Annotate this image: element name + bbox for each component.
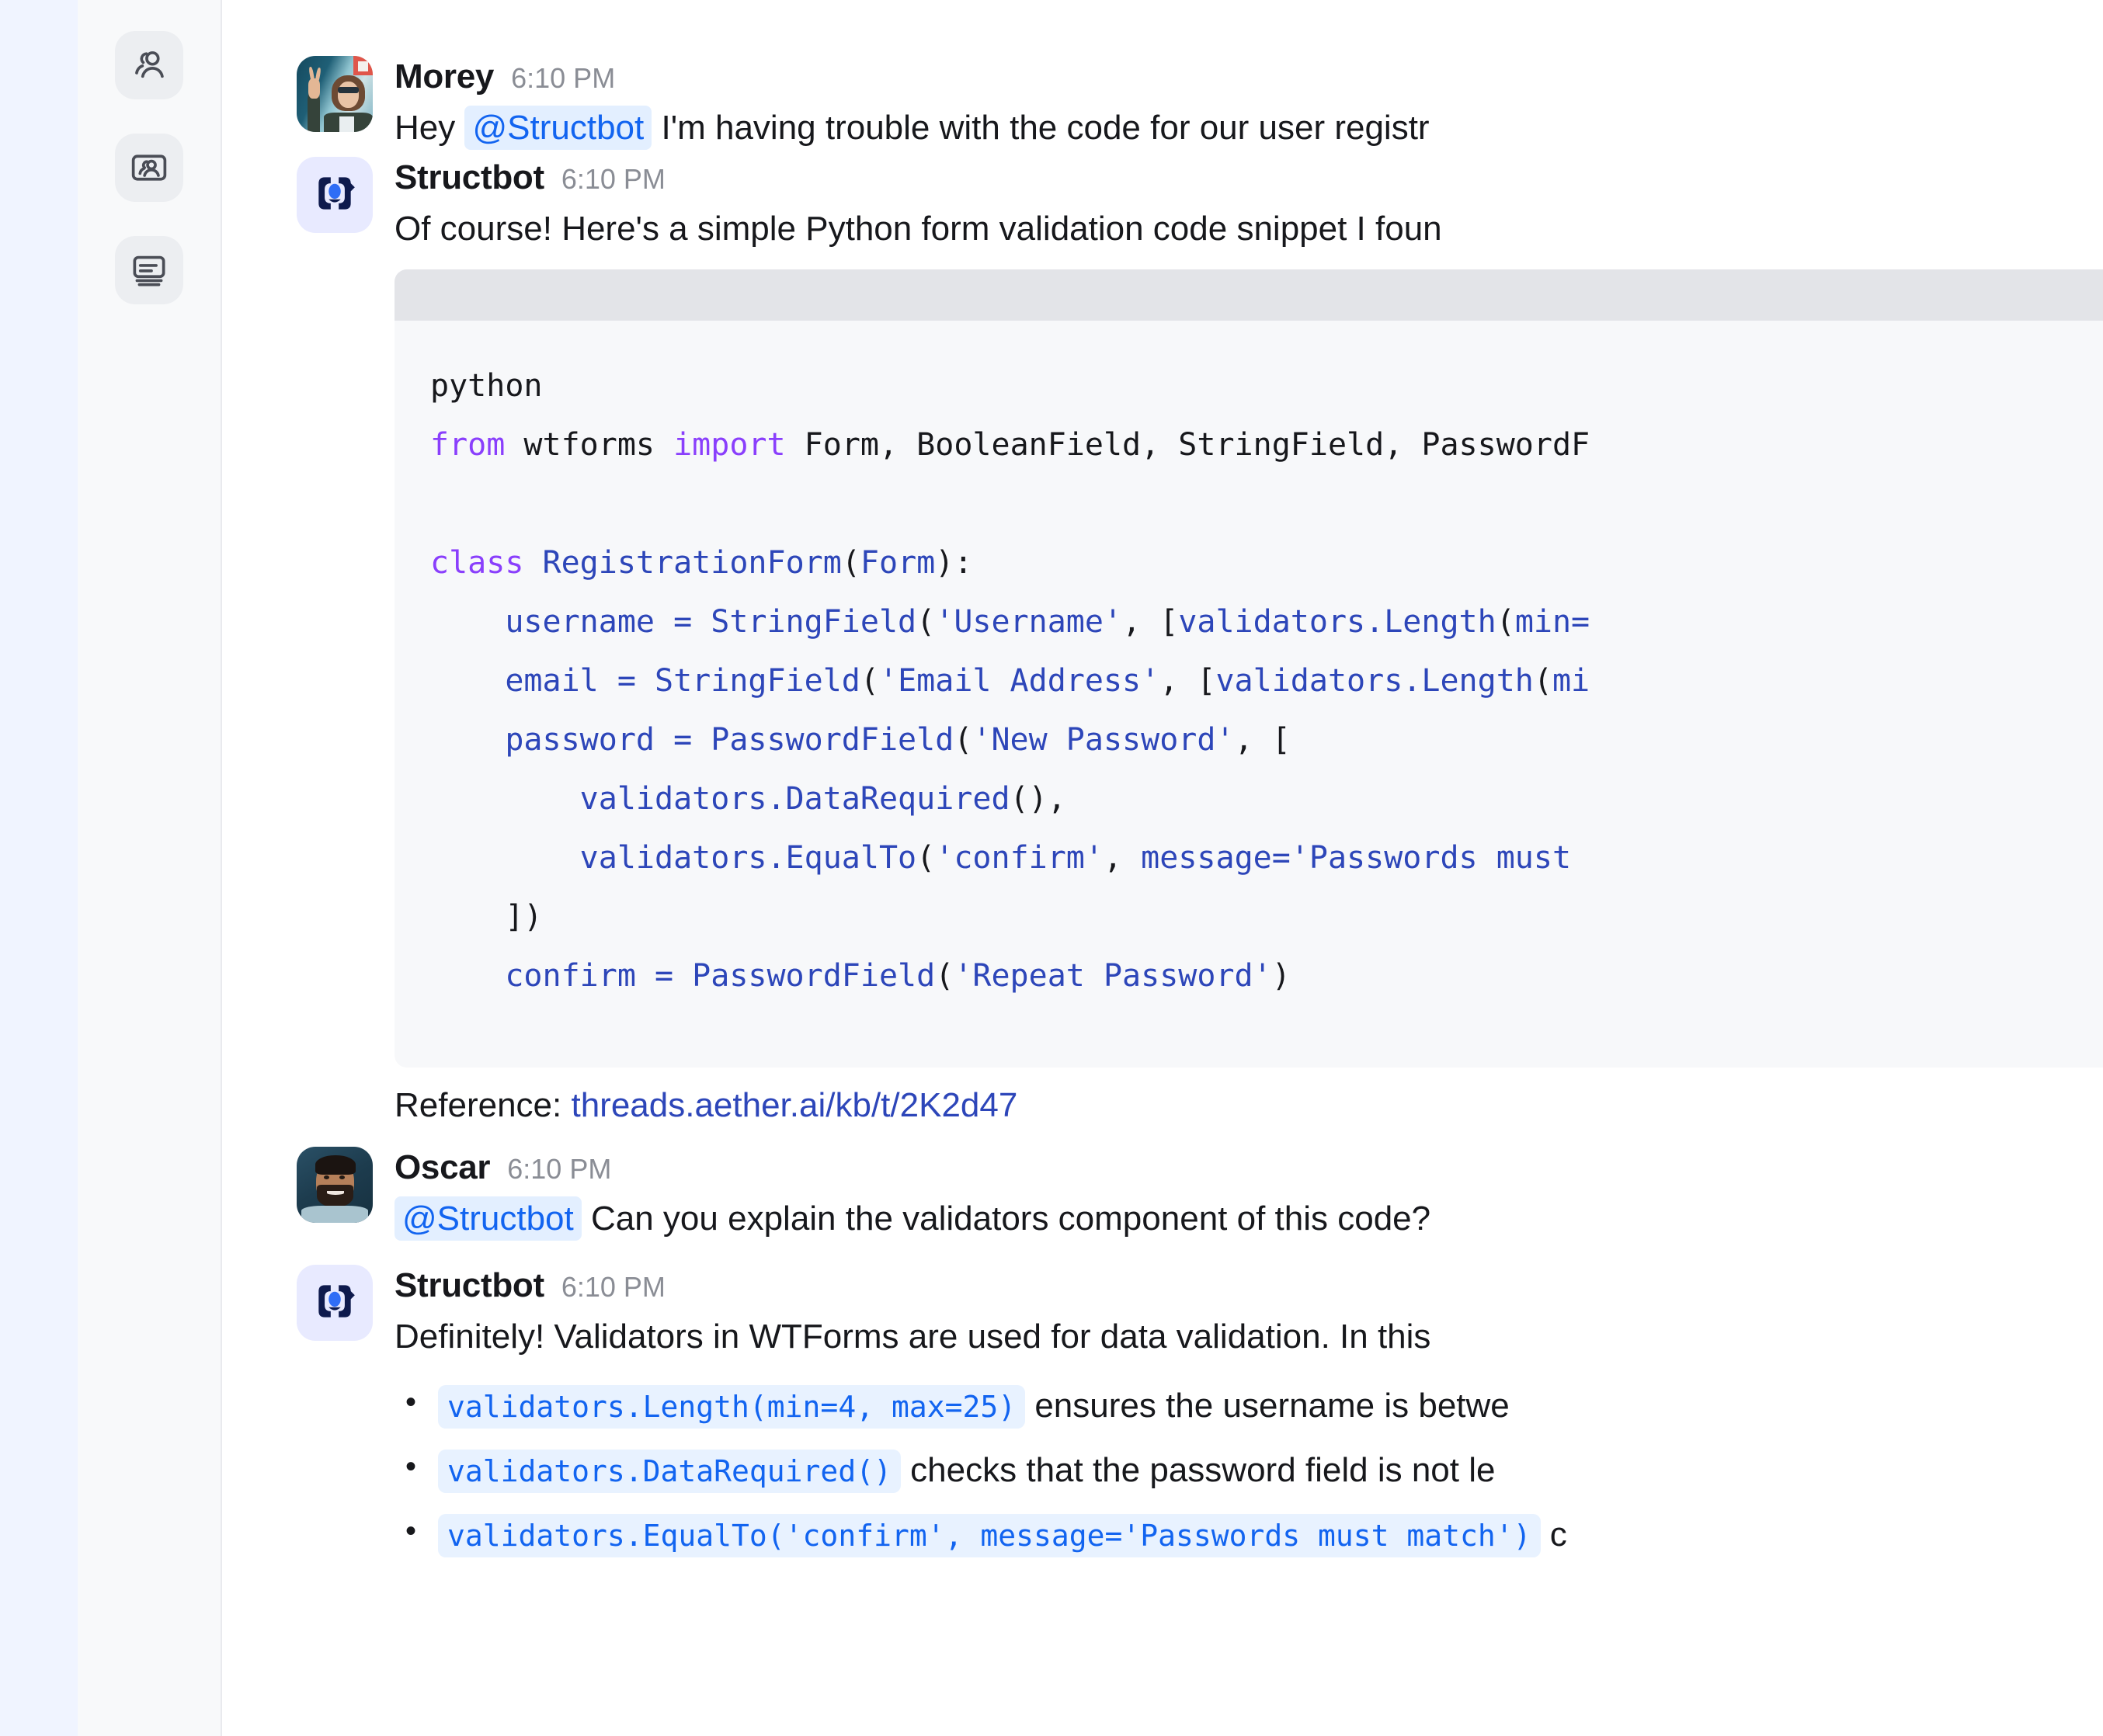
message-text: Hey @Structbot I'm having trouble with t… (395, 104, 2103, 152)
message-timestamp: 6:10 PM (511, 62, 616, 94)
message-text-after: I'm having trouble with the code for our… (652, 109, 1430, 147)
message-oscar: Oscar 6:10 PM @Structbot Can you explain… (297, 1146, 2103, 1243)
structbot-logo-icon (311, 169, 359, 221)
message-timestamp: 6:10 PM (507, 1152, 612, 1185)
message-author: Morey (395, 57, 495, 95)
message-header: Structbot 6:10 PM (395, 1266, 2103, 1305)
avatar-structbot[interactable] (297, 1265, 373, 1342)
message-text: Of course! Here's a simple Python form v… (395, 210, 1442, 248)
cards-stack-icon (129, 250, 169, 290)
message-structbot-explanation: Structbot 6:10 PM Definitely! Validators… (297, 1265, 2103, 1577)
reference-link[interactable]: threads.aether.ai/kb/t/2K2d47 (571, 1086, 1017, 1124)
inline-code: validators.Length(min=4, max=25) (438, 1384, 1026, 1429)
message-timestamp: 6:10 PM (561, 163, 666, 196)
message-header: Oscar 6:10 PM (395, 1148, 2103, 1187)
message-header: Morey 6:10 PM (395, 57, 2103, 96)
message-author: Structbot (395, 158, 544, 197)
avatar-structbot[interactable] (297, 157, 373, 234)
message-text: Definitely! Validators in WTForms are us… (395, 1318, 1431, 1356)
avatar-oscar[interactable] (297, 1146, 373, 1223)
inline-code: validators.DataRequired() (438, 1450, 901, 1494)
list-item-text: checks that the password field is not le (900, 1451, 1496, 1490)
reference-label: Reference: (395, 1085, 562, 1124)
message-structbot-code: Structbot 6:10 PM Of course! Here's a si… (297, 157, 2103, 1124)
list-item: validators.EqualTo('confirm', message='P… (395, 1511, 2103, 1558)
sidebar-item-contacts[interactable] (115, 134, 183, 202)
list-item-text: c (1540, 1516, 1567, 1554)
message-morey: Morey 6:10 PM Hey @Structbot I'm having … (297, 56, 2103, 152)
message-text: @Structbot Can you explain the validator… (395, 1195, 2103, 1243)
message-header: Structbot 6:10 PM (395, 158, 2103, 197)
message-text-after: Can you explain the validators component… (581, 1199, 1431, 1238)
code-block-content[interactable]: python from wtforms import Form, Boolean… (395, 321, 2103, 1068)
icon-sidebar (78, 0, 222, 1736)
sidebar-item-users[interactable] (115, 31, 183, 99)
inline-code: validators.EqualTo('confirm', message='P… (438, 1514, 1541, 1558)
code-block-header[interactable] (395, 269, 2103, 321)
list-item: validators.DataRequired() checks that th… (395, 1446, 2103, 1494)
mention-structbot[interactable]: @Structbot (464, 106, 652, 150)
users-icon (129, 45, 169, 85)
list-item-text: ensures the username is betwe (1025, 1386, 1510, 1425)
left-edge-rail (0, 0, 78, 1736)
validator-bullet-list: validators.Length(min=4, max=25) ensures… (395, 1382, 2103, 1558)
sidebar-item-cards[interactable] (115, 236, 183, 304)
list-item: validators.Length(min=4, max=25) ensures… (395, 1382, 2103, 1429)
reference-line: Reference: threads.aether.ai/kb/t/2K2d47 (395, 1086, 2103, 1125)
contact-card-icon (129, 148, 169, 188)
message-timestamp: 6:10 PM (561, 1271, 666, 1304)
code-block: python from wtforms import Form, Boolean… (395, 269, 2103, 1068)
message-author: Structbot (395, 1266, 544, 1305)
avatar-morey[interactable] (297, 56, 373, 132)
chat-app-window: Morey 6:10 PM Hey @Structbot I'm having … (0, 0, 2103, 1736)
structbot-logo-icon (311, 1277, 359, 1329)
conversation-panel: Morey 6:10 PM Hey @Structbot I'm having … (222, 0, 2103, 1736)
code-language-label: python (430, 367, 543, 404)
mention-structbot[interactable]: @Structbot (395, 1196, 582, 1241)
message-author: Oscar (395, 1147, 491, 1186)
message-text-before: Hey (395, 109, 465, 147)
